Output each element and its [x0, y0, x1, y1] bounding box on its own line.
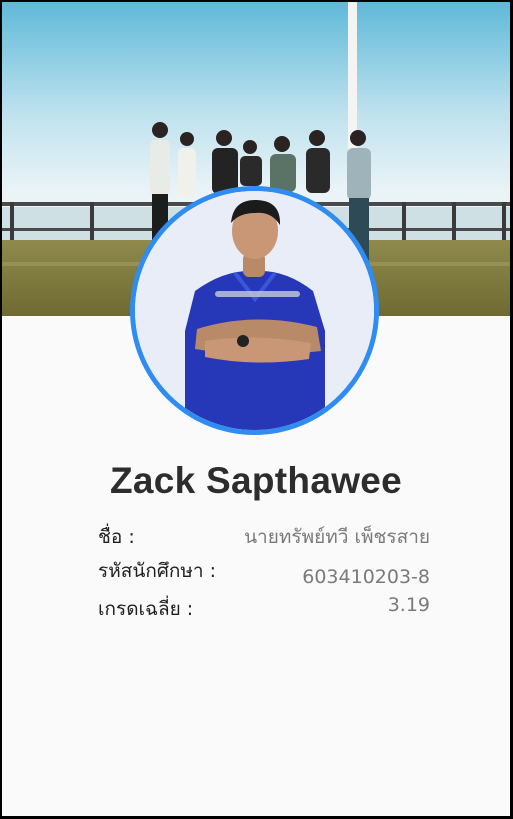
field-student-id-label: รหัสนักศึกษา : [98, 560, 217, 582]
field-name-value: นายทรัพย์ทวี เพ็ชรสาย [244, 526, 430, 548]
profile-card: Zack Sapthawee ชื่อ : นายทรัพย์ทวี เพ็ชร… [2, 2, 510, 816]
avatar [130, 186, 379, 435]
field-student-id-row: รหัสนักศึกษา : 603410203-8 [98, 556, 430, 588]
field-student-id-value: 603410203-8 [302, 566, 430, 588]
field-name-label: ชื่อ : [98, 526, 135, 548]
profile-photo [135, 191, 374, 430]
profile-name: Zack Sapthawee [109, 460, 403, 501]
field-gpa-row: เกรดเฉลี่ย : 3.19 [98, 594, 430, 624]
field-name-row: ชื่อ : นายทรัพย์ทวี เพ็ชรสาย [98, 522, 430, 552]
field-gpa-label: เกรดเฉลี่ย : [98, 598, 194, 620]
field-gpa-value: 3.19 [387, 594, 430, 616]
